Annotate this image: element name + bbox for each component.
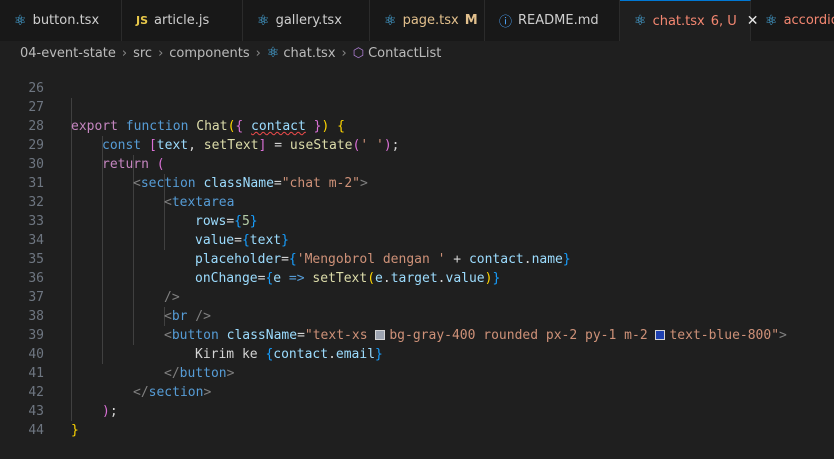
tab-gallery-tsx[interactable]: ⚛ gallery.tsx (243, 0, 370, 41)
breadcrumb-item[interactable]: chat.tsx (283, 46, 335, 61)
chevron-right-icon: › (255, 45, 261, 61)
chevron-right-icon: › (158, 45, 164, 61)
tab-label: button.tsx (32, 13, 100, 28)
code-line: 36 /> (0, 250, 834, 305)
js-icon: JS (136, 14, 149, 27)
breadcrumb-item[interactable]: ContactList (368, 46, 441, 61)
code-line: 37 <br /> (0, 269, 834, 324)
modified-badge: M (464, 13, 478, 28)
tab-label: chat.tsx (652, 13, 705, 29)
react-icon: ⚛ (634, 13, 647, 29)
tab-accordion[interactable]: ⚛ accordion (751, 0, 834, 41)
code-line: 35 onChange={e => setText(e.target.value… (0, 231, 834, 286)
code-line: 32 rows={5} (0, 174, 834, 229)
breadcrumb-item[interactable]: 04-event-state (20, 46, 116, 61)
tab-label: README.md (518, 13, 599, 28)
tab-label: page.tsx (402, 13, 459, 28)
code-line: 28 const [text, setText] = useState(' ')… (0, 98, 834, 153)
code-line: 27 export function Chat({ contact }) { (0, 79, 834, 134)
code-line: 34 placeholder={'Mengobrol dengan ' + co… (0, 212, 834, 267)
code-line: 40 </button> (0, 326, 834, 381)
react-icon: ⚛ (266, 45, 280, 61)
symbol-method-icon: ⬡ (352, 45, 365, 61)
code-editor[interactable]: 26 27 export function Chat({ contact }) … (0, 65, 834, 438)
tab-label: gallery.tsx (275, 13, 342, 28)
react-icon: ⚛ (765, 12, 778, 29)
react-icon: ⚛ (257, 12, 270, 29)
code-line: 30 <section className="chat m-2"> (0, 136, 834, 191)
tab-article-js[interactable]: JS article.js (122, 0, 243, 41)
tab-button-tsx[interactable]: ⚛ button.tsx (0, 0, 122, 41)
code-text: } (71, 423, 79, 438)
chevron-right-icon: › (341, 45, 347, 61)
tab-page-tsx[interactable]: ⚛ page.tsx M (370, 0, 485, 41)
code-line: 31 <textarea (0, 155, 834, 210)
code-line: 42 ); (0, 364, 834, 419)
code-line: 39 Kirim ke {contact.email} (0, 307, 834, 362)
tab-label: accordion (783, 13, 834, 28)
problems-badge: 6, U (710, 13, 737, 29)
code-line: 44 (0, 402, 834, 438)
react-icon: ⚛ (14, 12, 27, 29)
tab-label: article.js (154, 13, 210, 28)
breadcrumb-item[interactable]: src (133, 46, 152, 61)
line-number: 44 (28, 423, 44, 438)
code-line: 41 </section> (0, 345, 834, 400)
info-icon: ⓘ (499, 15, 513, 30)
tab-readme-md[interactable]: ⓘ README.md (485, 0, 620, 41)
tab-chat-tsx[interactable]: ⚛ chat.tsx 6, U ✕ (620, 0, 759, 41)
code-line: 38 <button className="text-xs bg-gray-40… (0, 288, 834, 343)
editor-tab-bar: ⚛ button.tsx JS article.js ⚛ gallery.tsx… (0, 0, 834, 41)
code-line: 26 (0, 60, 834, 96)
chevron-right-icon: › (121, 45, 128, 61)
code-line: 29 return ( (0, 117, 834, 172)
code-line: 33 value={text} (0, 193, 834, 248)
react-icon: ⚛ (384, 12, 397, 29)
code-line: 43 } (0, 383, 834, 438)
breadcrumb-item[interactable]: components (169, 46, 249, 61)
